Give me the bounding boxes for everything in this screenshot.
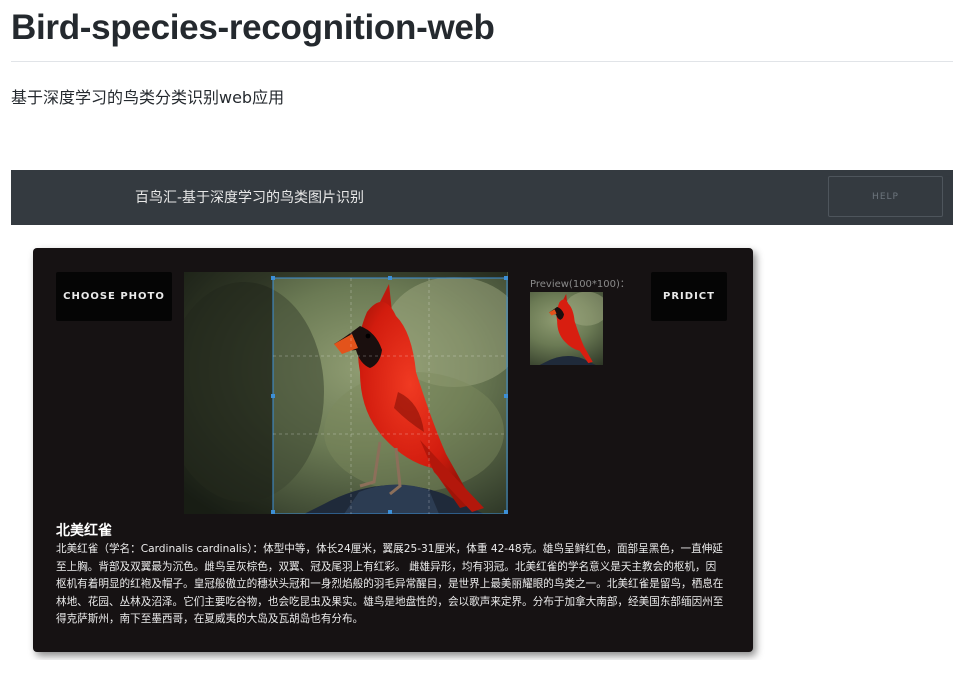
crop-handle (504, 276, 508, 280)
crop-handle (504, 394, 508, 398)
title-divider (11, 61, 953, 62)
image-cropper[interactable] (184, 272, 508, 514)
crop-handle (504, 510, 508, 514)
crop-handle (388, 510, 392, 514)
app-header-title: 百鸟汇-基于深度学习的鸟类图片识别 (135, 190, 365, 206)
crop-handle (388, 276, 392, 280)
crop-handle (271, 276, 275, 280)
result-species-name: 北美红雀 (56, 523, 112, 539)
preview-label: Preview(100*100)： (530, 279, 630, 290)
preview-thumbnail (530, 292, 603, 365)
crop-selection-frame[interactable] (184, 272, 508, 514)
bird-preview-image (530, 292, 603, 365)
app-header-bar: 百鸟汇-基于深度学习的鸟类图片识别 HELP (11, 170, 953, 225)
app-screenshot: 百鸟汇-基于深度学习的鸟类图片识别 HELP CHOOSE PHOTO Prev… (11, 170, 953, 660)
recognition-card: CHOOSE PHOTO Preview(100*100)： PRIDICT 北… (33, 248, 753, 652)
crop-handle (271, 394, 275, 398)
choose-photo-button[interactable]: CHOOSE PHOTO (56, 272, 172, 321)
readme-description: 基于深度学习的鸟类分类识别web应用 (11, 88, 285, 107)
crop-handle (271, 510, 275, 514)
predict-button[interactable]: PRIDICT (651, 272, 727, 321)
help-button[interactable]: HELP (828, 176, 943, 217)
result-species-description: 北美红雀（学名：Cardinalis cardinalis）：体型中等，体长24… (56, 543, 724, 626)
readme-title: Bird-species-recognition-web (11, 8, 495, 47)
